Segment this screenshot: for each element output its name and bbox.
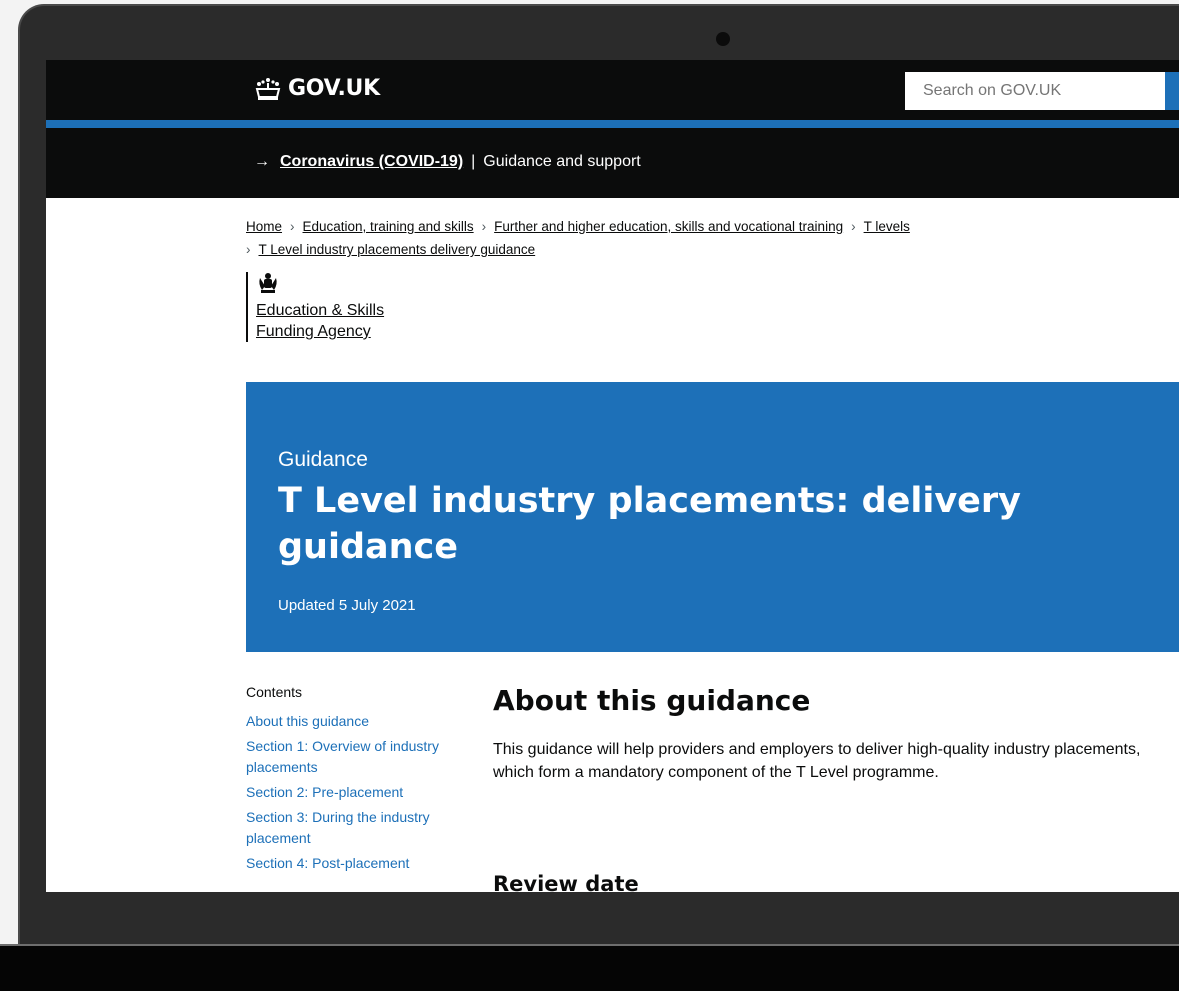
chevron-right-icon: › bbox=[481, 219, 487, 234]
contents-link-section-1[interactable]: Section 1: Overview of industry placemen… bbox=[246, 736, 466, 778]
breadcrumb-home[interactable]: Home bbox=[246, 219, 282, 234]
organisation-logo: Education & Skills Funding Agency bbox=[246, 272, 384, 342]
contents-link-section-2[interactable]: Section 2: Pre-placement bbox=[246, 782, 466, 803]
camera-dot bbox=[716, 32, 730, 46]
chevron-right-icon: › bbox=[851, 219, 856, 234]
covid-banner-text: Guidance and support bbox=[483, 153, 641, 170]
covid-separator: | bbox=[471, 153, 476, 170]
header-blue-rule bbox=[46, 120, 1179, 128]
contents-list: Contents About this guidance Section 1: … bbox=[246, 682, 466, 878]
search-button[interactable] bbox=[1165, 72, 1179, 110]
contents-link-about[interactable]: About this guidance bbox=[246, 711, 466, 732]
updated-date: Updated 5 July 2021 bbox=[278, 597, 416, 614]
breadcrumb-current[interactable]: T Level industry placements delivery gui… bbox=[259, 242, 536, 257]
royal-crest-icon bbox=[259, 273, 277, 293]
chevron-right-icon: › bbox=[290, 219, 295, 234]
org-link-line1[interactable]: Education & Skills bbox=[256, 302, 384, 319]
chevron-right-icon: › bbox=[246, 242, 251, 257]
covid-link[interactable]: Coronavirus (COVID-19) bbox=[280, 153, 463, 171]
logo-text: GOV.UK bbox=[288, 76, 380, 101]
govuk-logo-link[interactable]: GOV.UK bbox=[254, 76, 380, 101]
document-type: Guidance bbox=[278, 448, 368, 471]
review-date-heading: Review date bbox=[493, 872, 639, 892]
contents-link-section-3[interactable]: Section 3: During the industry placement bbox=[246, 807, 466, 849]
search-input[interactable] bbox=[905, 72, 1167, 110]
org-link-line2[interactable]: Funding Agency bbox=[256, 323, 371, 340]
contents-link-section-4[interactable]: Section 4: Post-placement bbox=[246, 853, 466, 874]
section-heading: About this guidance bbox=[493, 684, 811, 717]
intro-paragraph: This guidance will help providers and em… bbox=[493, 741, 1141, 781]
title-band: Guidance T Level industry placements: de… bbox=[246, 382, 1179, 652]
arrow-right-icon: → bbox=[254, 153, 270, 170]
covid-banner: → Coronavirus (COVID-19) | Guidance and … bbox=[46, 128, 1179, 198]
breadcrumb-t-levels[interactable]: T levels bbox=[864, 219, 910, 234]
laptop-base bbox=[0, 946, 1179, 991]
breadcrumb-education[interactable]: Education, training and skills bbox=[303, 219, 474, 234]
browser-screen: GOV.UK → Coronavirus (COVID-19) | Guidan… bbox=[46, 60, 1179, 892]
breadcrumb-further-education[interactable]: Further and higher education, skills and… bbox=[494, 219, 843, 234]
govuk-header: GOV.UK bbox=[46, 60, 1179, 120]
page-title: T Level industry placements: delivery gu… bbox=[278, 481, 1021, 567]
contents-heading: Contents bbox=[246, 684, 303, 700]
breadcrumb: Home › Education, training and skills › Furt… bbox=[246, 215, 910, 261]
crown-icon bbox=[255, 77, 281, 100]
